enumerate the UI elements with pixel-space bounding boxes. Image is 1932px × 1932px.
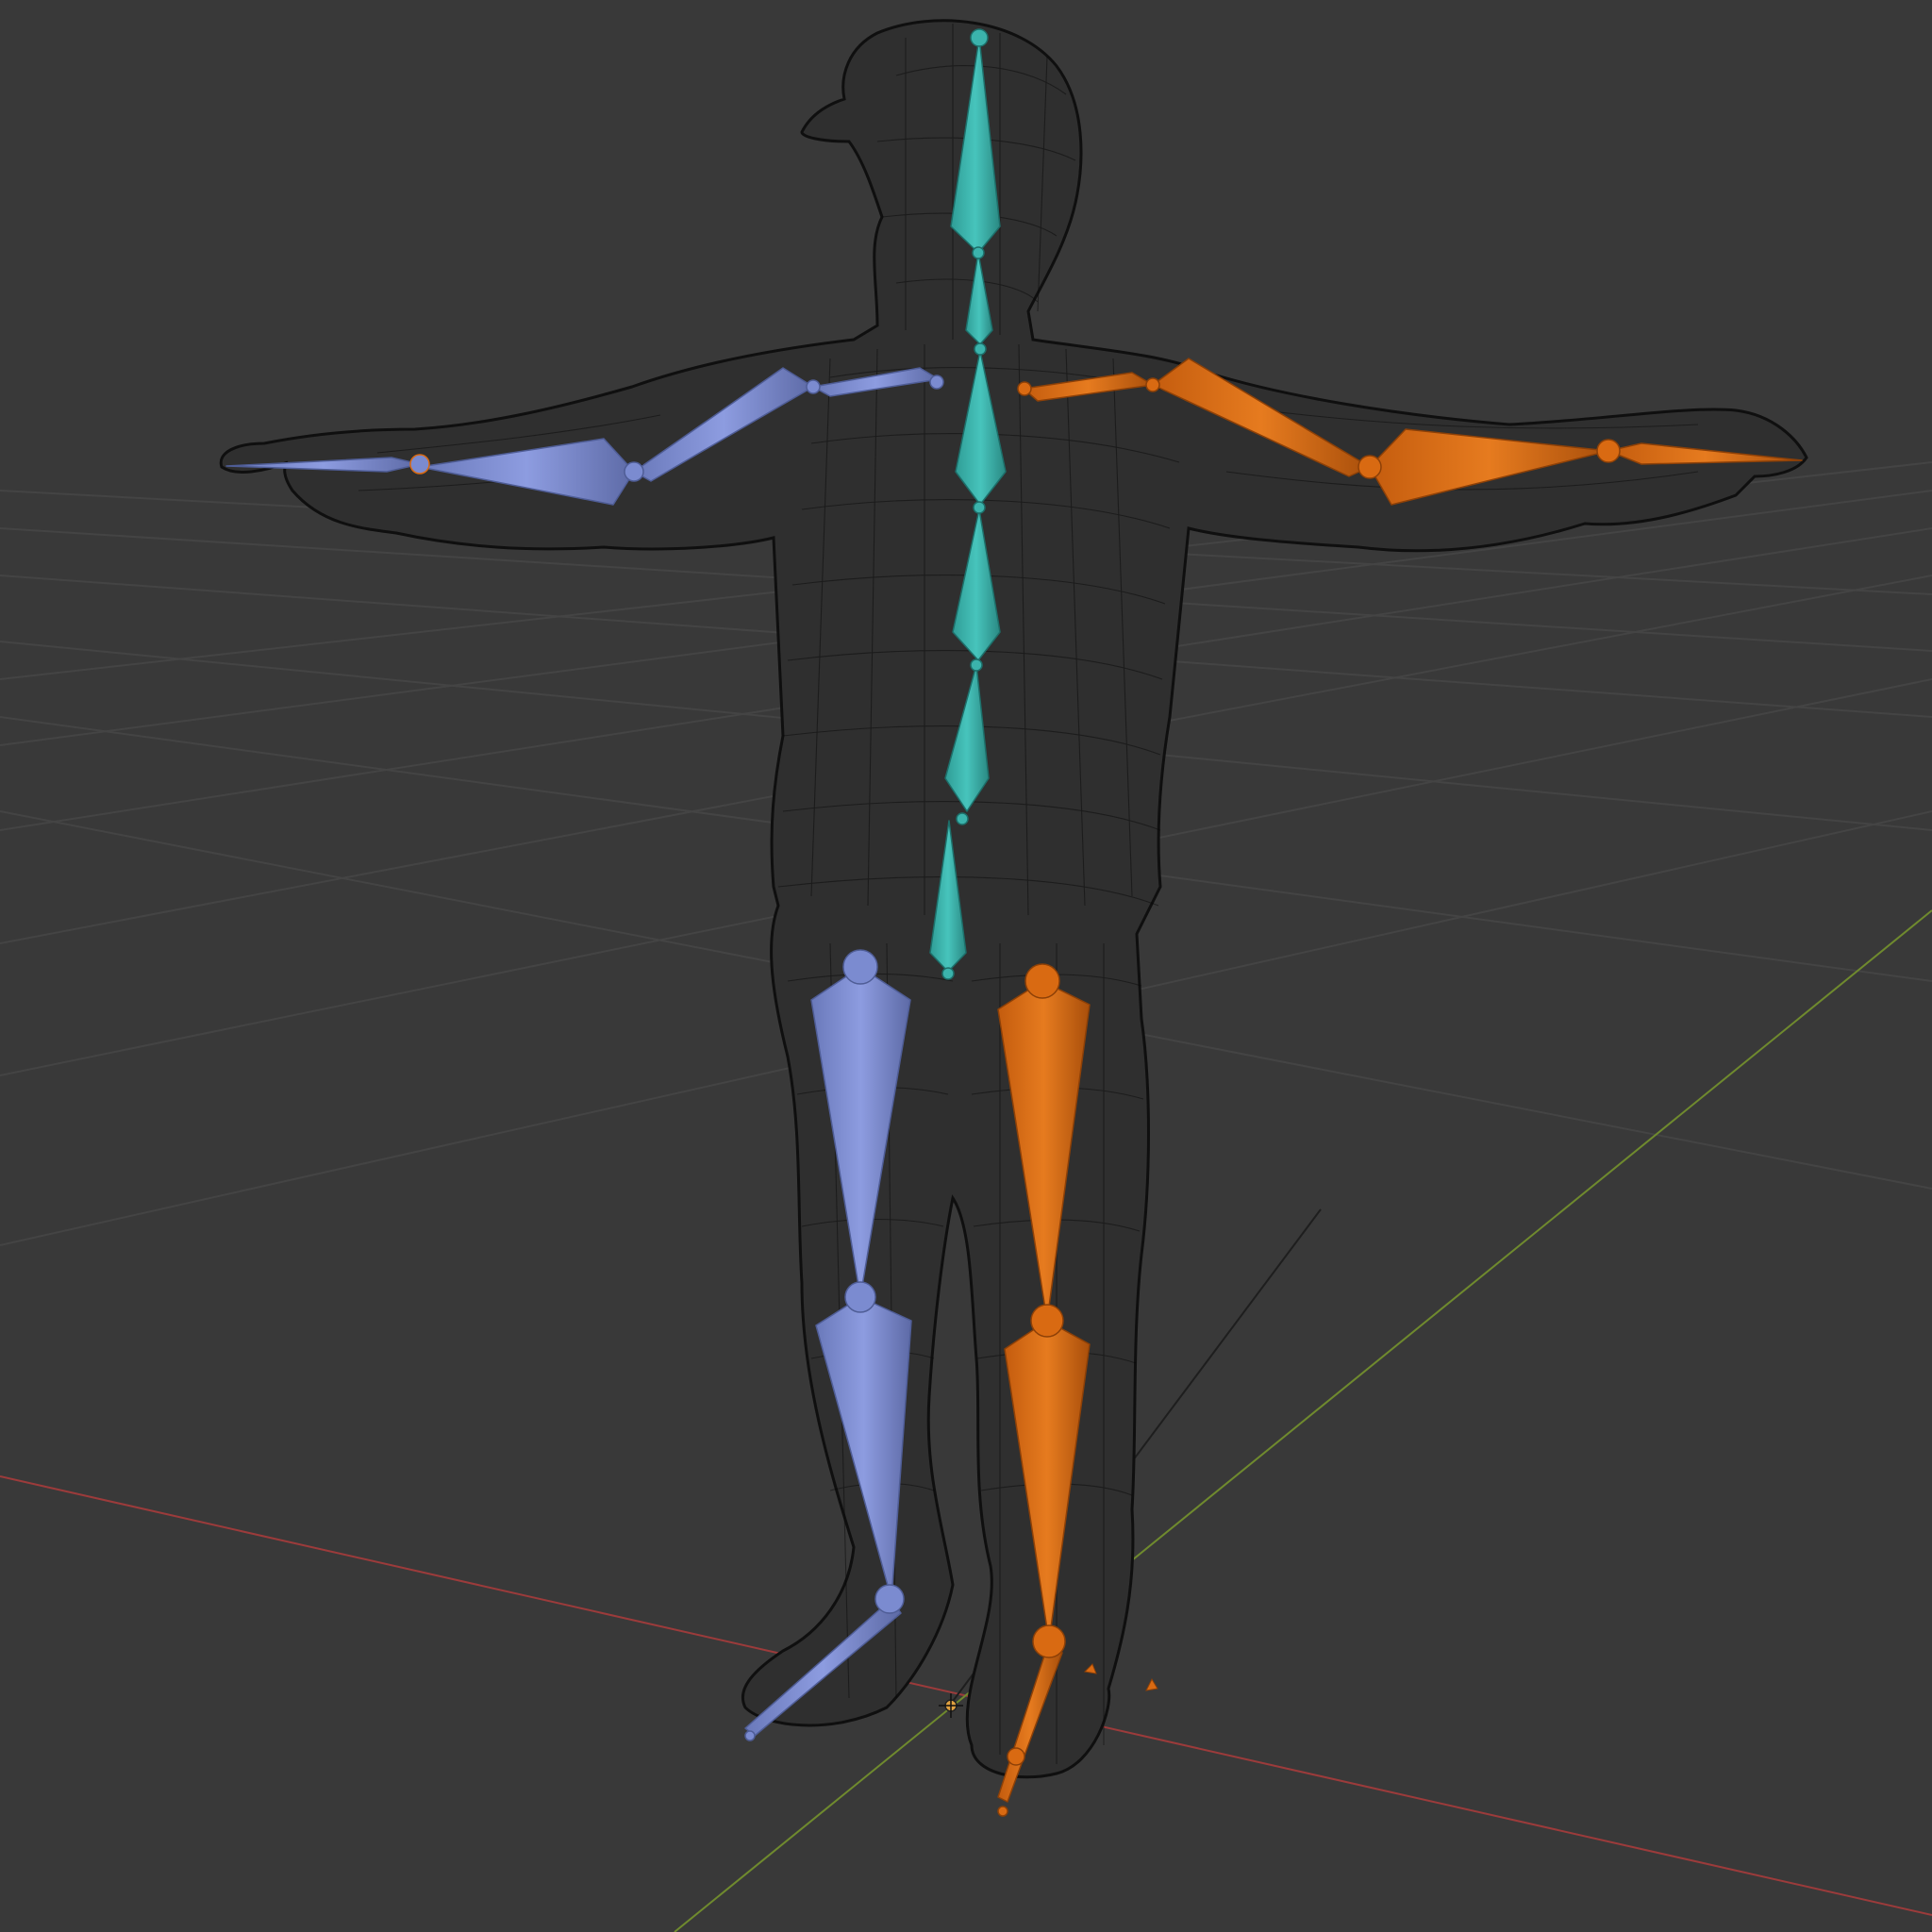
joint-right-toe[interactable]	[997, 1806, 1008, 1817]
joint-spine-2[interactable]	[973, 501, 986, 514]
joint-left-hip[interactable]	[842, 949, 878, 985]
joint-spine-1[interactable]	[970, 658, 983, 672]
joint-chest[interactable]	[974, 342, 987, 356]
joint-right-wrist[interactable]	[1596, 439, 1621, 463]
joint-right-ankle[interactable]	[1032, 1624, 1066, 1658]
joint-left-upperarm[interactable]	[806, 379, 821, 394]
joint-right-knee[interactable]	[1030, 1304, 1064, 1338]
3d-viewport[interactable]	[0, 0, 1932, 1932]
joint-left-knee[interactable]	[844, 1281, 876, 1313]
joint-neck[interactable]	[972, 246, 985, 259]
joint-left-elbow[interactable]	[624, 461, 644, 482]
joint-left-ankle[interactable]	[874, 1584, 905, 1614]
joint-right-upperarm[interactable]	[1145, 377, 1160, 392]
joint-left-wrist[interactable]	[409, 454, 430, 475]
joint-pelvis[interactable]	[956, 812, 969, 825]
viewport-scene[interactable]	[0, 0, 1932, 1932]
joint-hips-tail[interactable]	[941, 967, 955, 980]
joint-left-shoulder[interactable]	[929, 375, 944, 390]
joint-right-hip[interactable]	[1024, 963, 1060, 999]
character-mesh[interactable]	[219, 19, 1808, 1779]
joint-head-top[interactable]	[970, 28, 989, 47]
joint-right-toe-base[interactable]	[1007, 1747, 1025, 1766]
joint-right-elbow[interactable]	[1357, 455, 1382, 479]
joint-right-shoulder[interactable]	[1017, 381, 1032, 396]
joint-left-toe[interactable]	[744, 1730, 756, 1741]
